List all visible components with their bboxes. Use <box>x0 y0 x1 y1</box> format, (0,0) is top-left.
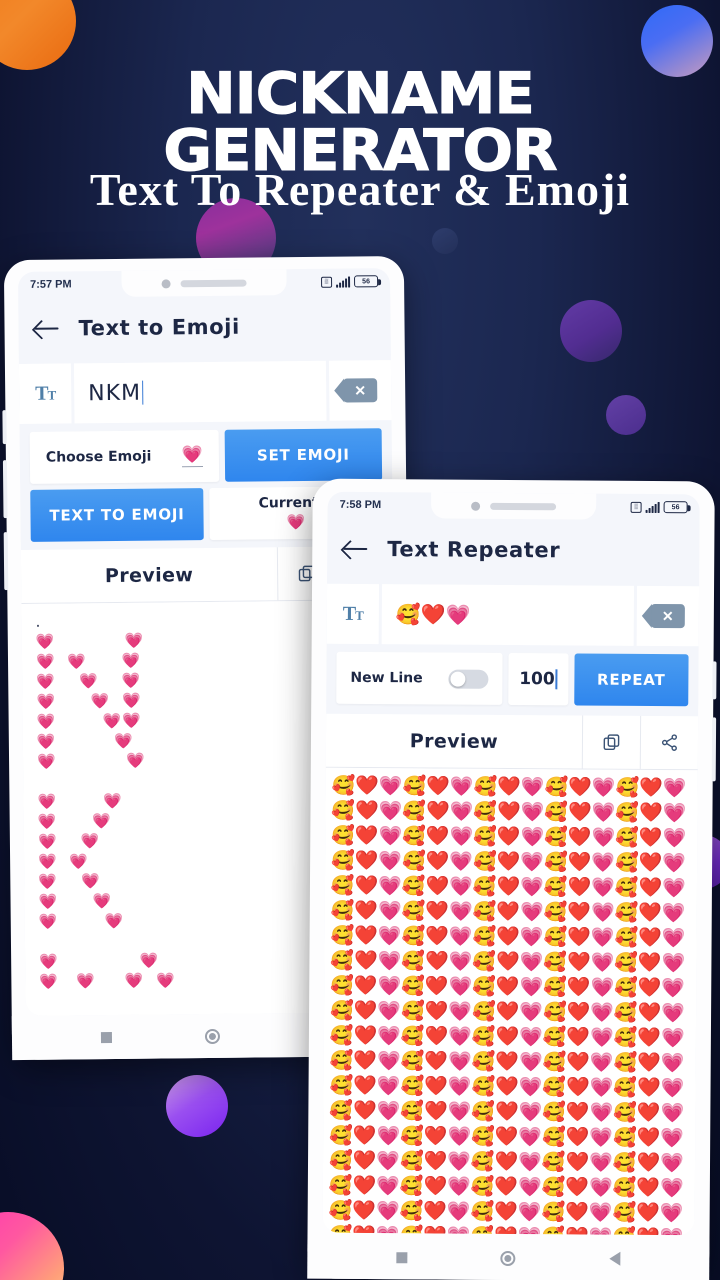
phone1-app-bar: Text to Emoji <box>18 294 391 360</box>
earpiece-speaker <box>490 502 557 510</box>
count-caret <box>555 669 558 690</box>
battery-level: 56 <box>362 277 370 285</box>
phone2-notch <box>431 492 597 520</box>
choose-emoji-field[interactable]: Choose Emoji 💗 <box>29 429 220 484</box>
earpiece-speaker <box>180 279 247 287</box>
phone2-side-button-1 <box>712 661 717 700</box>
home-circle-icon[interactable] <box>204 1028 220 1044</box>
text-input[interactable]: 🥰❤️💗 <box>381 584 635 646</box>
phone1-input-row: TT NKM ✕ <box>18 360 392 424</box>
current-emoji-value: 💗 <box>286 513 306 532</box>
phone2-side-button-2 <box>711 717 717 782</box>
front-camera-icon <box>161 278 171 288</box>
sim-card-icon: ▒ <box>630 501 642 513</box>
preview-label: Preview <box>104 563 194 587</box>
phone2-preview-bar: Preview <box>325 713 699 771</box>
clear-text-button[interactable]: ✕ <box>328 360 392 421</box>
recents-square-icon[interactable] <box>396 1251 408 1263</box>
clear-text-icon: ✕ <box>343 378 378 403</box>
text-to-emoji-button[interactable]: TEXT TO EMOJI <box>30 488 204 542</box>
status-time: 7:58 PM <box>339 498 382 512</box>
phone2-input-row: TT 🥰❤️💗 ✕ <box>326 583 700 647</box>
new-line-toggle[interactable] <box>448 669 489 689</box>
recents-square-icon[interactable] <box>100 1031 112 1043</box>
signal-bars-icon <box>645 501 660 513</box>
new-line-label: New Line <box>350 669 423 687</box>
page-title: Text to Emoji <box>78 314 240 341</box>
phone1-control-row-1: Choose Emoji 💗 SET EMOJI <box>19 428 393 484</box>
decor-circle-purple-small <box>606 395 646 435</box>
phone2-navigation-bar <box>307 1234 710 1280</box>
copy-icon[interactable] <box>581 715 641 769</box>
text-input-value: 🥰❤️💗 <box>395 602 471 627</box>
clear-text-button[interactable]: ✕ <box>636 585 700 647</box>
text-input[interactable]: NKM <box>73 360 327 424</box>
share-icon[interactable] <box>639 715 699 770</box>
phone1-notch <box>121 269 287 297</box>
text-input-value: NKM <box>88 380 142 406</box>
battery-icon: 56 <box>663 501 688 514</box>
set-emoji-button[interactable]: SET EMOJI <box>224 428 383 482</box>
phone2-app-bar: Text Repeater <box>327 517 700 583</box>
text-format-icon[interactable]: TT <box>326 583 380 645</box>
decor-circle-pink-bottom <box>0 1212 64 1280</box>
repeat-count-value: 100 <box>519 669 555 690</box>
poster-subtitle: Text To Repeater & Emoji <box>89 164 631 215</box>
choose-emoji-label: Choose Emoji <box>45 448 152 466</box>
clear-text-icon: ✕ <box>650 603 685 629</box>
phone1-side-button-2 <box>2 460 8 519</box>
battery-icon: 56 <box>354 275 379 288</box>
decor-circle-purple-bottom <box>166 1075 228 1137</box>
back-arrow-icon[interactable] <box>343 538 369 560</box>
phone2-preview-body: 🥰❤️💗🥰❤️💗🥰❤️💗🥰❤️💗🥰❤️💗🥰❤️💗🥰❤️💗🥰❤️💗🥰❤️💗🥰❤️💗… <box>322 767 698 1236</box>
phone2-screen: 7:58 PM ▒ 56 Text Repeater TT 🥰❤️💗 ✕ New… <box>322 491 700 1236</box>
poster-canvas: NICKNAME GENERATOR Text To Repeater & Em… <box>0 0 720 1280</box>
back-arrow-icon[interactable] <box>34 318 60 340</box>
sim-card-icon: ▒ <box>321 276 333 288</box>
phone1-side-button-1 <box>2 410 7 445</box>
repeated-emoji-output: 🥰❤️💗🥰❤️💗🥰❤️💗🥰❤️💗🥰❤️💗🥰❤️💗🥰❤️💗🥰❤️💗🥰❤️💗🥰❤️💗… <box>328 774 687 1236</box>
status-time: 7:57 PM <box>30 278 72 291</box>
choose-emoji-value: 💗 <box>181 445 204 468</box>
home-circle-icon[interactable] <box>500 1250 516 1266</box>
repeat-button[interactable]: REPEAT <box>574 653 689 707</box>
phone2-control-row: New Line 100 REPEAT <box>326 651 699 707</box>
repeat-count-input[interactable]: 100 <box>508 652 569 706</box>
back-triangle-icon[interactable] <box>609 1251 621 1266</box>
phone1-side-button-3 <box>3 532 9 591</box>
text-format-icon[interactable]: TT <box>18 363 72 424</box>
preview-label: Preview <box>409 729 499 753</box>
decor-circle-orange <box>0 0 76 70</box>
page-title: Text Repeater <box>387 537 561 563</box>
decor-circle-purple-mid <box>560 300 622 362</box>
text-caret <box>141 380 144 405</box>
decor-circle-dim <box>432 228 458 254</box>
front-camera-icon <box>471 501 481 511</box>
new-line-field[interactable]: New Line <box>336 651 503 705</box>
phone-mockup-text-repeater: 7:58 PM ▒ 56 Text Repeater TT 🥰❤️💗 ✕ New… <box>307 478 717 1280</box>
signal-bars-icon <box>336 275 351 288</box>
battery-level: 56 <box>671 503 680 511</box>
